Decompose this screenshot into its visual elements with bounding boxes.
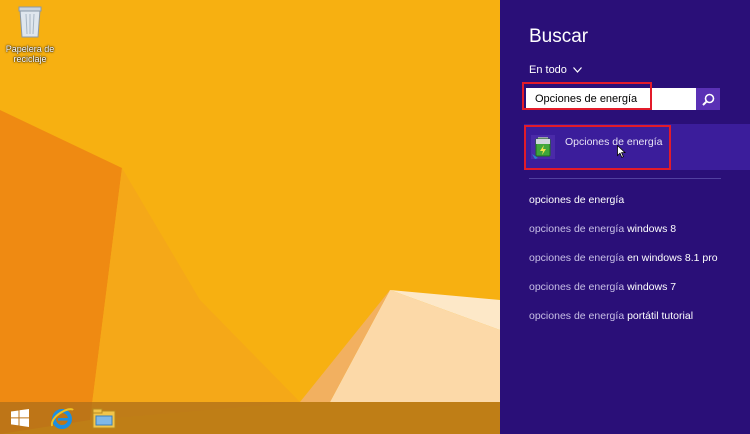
- suggestion-item[interactable]: opciones de energía windows 7: [529, 281, 718, 310]
- taskbar-file-explorer[interactable]: [84, 402, 124, 434]
- suggestion-item[interactable]: opciones de energía portátil tutorial: [529, 310, 718, 339]
- recycle-bin-label: Papelera de reciclaje: [5, 44, 55, 64]
- taskbar-internet-explorer[interactable]: [42, 402, 82, 434]
- recycle-bin[interactable]: Papelera de reciclaje: [2, 4, 58, 64]
- search-scope-label: En todo: [529, 64, 567, 76]
- search-input-highlight: [522, 82, 652, 110]
- chevron-down-icon: [572, 67, 582, 73]
- recycle-bin-icon: [18, 6, 42, 38]
- suggestion-item[interactable]: opciones de energía en windows 8.1 pro: [529, 252, 718, 281]
- taskbar: [0, 402, 500, 434]
- search-suggestions: opciones de energía opciones de energía …: [529, 194, 718, 339]
- start-icon: [11, 409, 29, 427]
- suggestion-item[interactable]: opciones de energía windows 8: [529, 223, 718, 252]
- suggestion-item[interactable]: opciones de energía: [529, 194, 718, 223]
- charm-title: Buscar: [529, 26, 589, 47]
- wallpaper: [0, 0, 500, 434]
- start-button[interactable]: [0, 402, 40, 434]
- search-icon: [701, 93, 714, 106]
- file-explorer-icon: [92, 408, 116, 429]
- results-divider: [529, 178, 721, 179]
- search-result-highlight: [524, 125, 671, 170]
- internet-explorer-icon: [50, 408, 74, 429]
- desktop: Papelera de reciclaje: [0, 0, 500, 434]
- search-charm: Buscar En todo Opciones de energía Opcio…: [500, 0, 750, 434]
- search-scope-dropdown[interactable]: En todo: [529, 64, 582, 76]
- search-button[interactable]: [696, 88, 720, 110]
